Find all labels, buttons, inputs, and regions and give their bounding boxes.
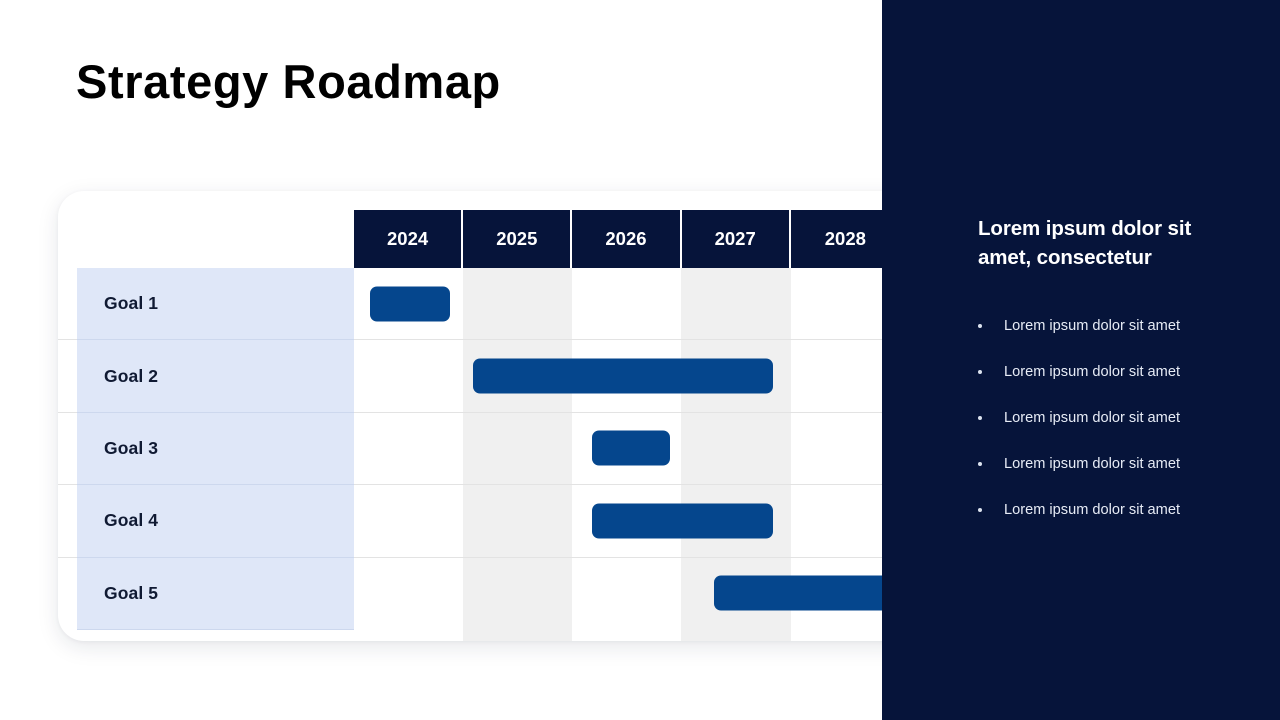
list-item: Lorem ipsum dolor sit amet [978, 441, 1258, 487]
row-label-goal-1: Goal 1 [77, 268, 354, 341]
table-row: Goal 4 [58, 485, 922, 558]
side-panel-bullet-list: Lorem ipsum dolor sit amet Lorem ipsum d… [978, 303, 1258, 533]
list-item-label: Lorem ipsum dolor sit amet [1004, 318, 1181, 334]
side-panel: Lorem ipsum dolor sit amet, consectetur … [882, 0, 1280, 720]
list-item-label: Lorem ipsum dolor sit amet [1004, 364, 1181, 380]
gantt-bar-goal-1[interactable] [370, 286, 450, 322]
roadmap-header-row: 2024 2025 2026 2027 2028 [354, 210, 900, 268]
table-row: Goal 5 [58, 557, 922, 631]
roadmap-body: Goal 1 Goal 2 Goal 3 Goal 4 Goal 5 [58, 268, 922, 631]
list-item-label: Lorem ipsum dolor sit amet [1004, 456, 1181, 472]
list-item-label: Lorem ipsum dolor sit amet [1004, 502, 1181, 518]
bullet-dot-icon [978, 324, 982, 328]
bullet-dot-icon [978, 508, 982, 512]
bullet-dot-icon [978, 462, 982, 466]
header-cell-2027: 2027 [681, 210, 791, 268]
list-item: Lorem ipsum dolor sit amet [978, 487, 1258, 533]
list-item: Lorem ipsum dolor sit amet [978, 395, 1258, 441]
row-label-goal-2: Goal 2 [77, 340, 354, 414]
row-label-goal-4: Goal 4 [77, 485, 354, 558]
table-row: Goal 3 [58, 412, 922, 486]
header-cell-2026: 2026 [572, 210, 682, 268]
bullet-dot-icon [978, 370, 982, 374]
row-label-goal-3: Goal 3 [77, 412, 354, 486]
gantt-bar-goal-5[interactable] [714, 575, 896, 611]
table-row: Goal 1 [58, 268, 922, 341]
roadmap-card: 2024 2025 2026 2027 2028 Goal 1 Goal 2 G… [58, 191, 922, 641]
roadmap-table: 2024 2025 2026 2027 2028 Goal 1 Goal 2 G… [58, 191, 922, 641]
page-title: Strategy Roadmap [76, 55, 501, 108]
list-item: Lorem ipsum dolor sit amet [978, 349, 1258, 395]
gantt-bar-goal-2[interactable] [473, 358, 773, 394]
table-row: Goal 2 [58, 340, 922, 414]
header-cell-2024: 2024 [354, 210, 464, 268]
gantt-bar-goal-4[interactable] [592, 503, 773, 539]
header-cell-2025: 2025 [463, 210, 573, 268]
bullet-dot-icon [978, 416, 982, 420]
list-item-label: Lorem ipsum dolor sit amet [1004, 410, 1181, 426]
side-panel-heading: Lorem ipsum dolor sit amet, consectetur [978, 217, 1192, 269]
row-label-goal-5: Goal 5 [77, 557, 354, 631]
gantt-bar-goal-3[interactable] [592, 430, 670, 466]
list-item: Lorem ipsum dolor sit amet [978, 303, 1258, 349]
